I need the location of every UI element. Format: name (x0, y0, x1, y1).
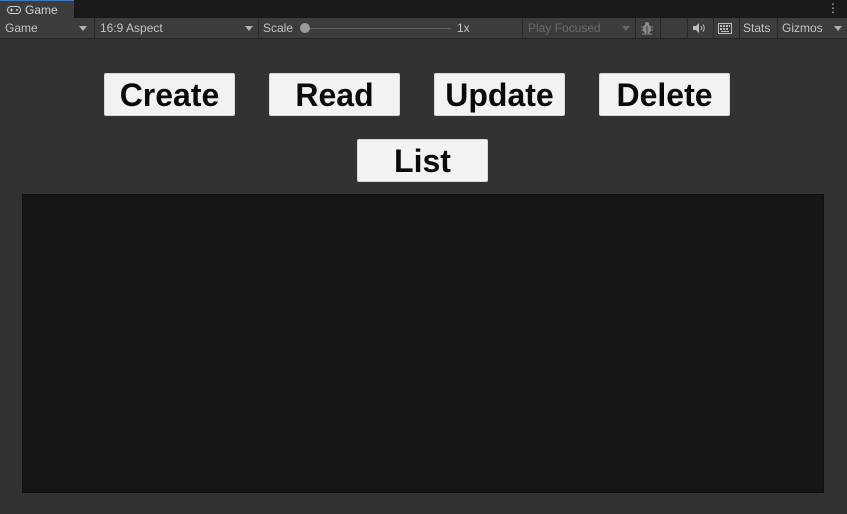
create-button[interactable]: Create (104, 73, 235, 116)
keyboard-shortcuts-icon[interactable] (718, 18, 734, 38)
chevron-down-icon (622, 26, 630, 31)
stats-button[interactable]: Stats (743, 18, 770, 38)
kebab-menu-icon[interactable]: ⋮ (827, 1, 839, 15)
tab-game-label: Game (25, 2, 58, 17)
keyboard-icon (718, 22, 732, 34)
divider (635, 18, 636, 38)
game-view: Create Read Update Delete List (0, 39, 847, 514)
game-view-toolbar: Game 16:9 Aspect Scale 1x Play Focused S… (0, 18, 847, 39)
tab-strip: Game ⋮ (0, 0, 847, 18)
speaker-icon (693, 23, 705, 33)
list-button[interactable]: List (357, 139, 488, 182)
update-button[interactable]: Update (434, 73, 565, 116)
aspect-dropdown-label: 16:9 Aspect (100, 21, 163, 35)
divider (739, 18, 740, 38)
play-mode-dropdown-label: Play Focused (528, 21, 601, 35)
divider (522, 18, 523, 38)
tab-game[interactable]: Game (0, 0, 74, 18)
chevron-down-icon (79, 26, 87, 31)
scale-label: Scale (263, 21, 294, 35)
divider (713, 18, 714, 38)
display-dropdown-label: Game (5, 21, 38, 35)
divider (777, 18, 778, 38)
divider (660, 18, 661, 38)
output-panel (22, 194, 824, 493)
scale-slider-track[interactable] (303, 28, 451, 29)
read-button[interactable]: Read (269, 73, 400, 116)
divider (94, 18, 95, 38)
scale-slider-handle[interactable] (300, 23, 310, 33)
divider (687, 18, 688, 38)
gizmos-dropdown-label: Gizmos (782, 21, 823, 35)
bug-icon-glyph (641, 22, 653, 35)
display-dropdown[interactable]: Game (5, 18, 90, 38)
mute-audio-icon[interactable] (692, 18, 708, 38)
bug-icon[interactable] (640, 18, 656, 38)
divider (258, 18, 259, 38)
scale-value: 1x (457, 21, 470, 35)
aspect-dropdown[interactable]: 16:9 Aspect (100, 18, 255, 38)
delete-button[interactable]: Delete (599, 73, 730, 116)
gamepad-icon (7, 5, 21, 14)
chevron-down-icon (245, 26, 253, 31)
play-mode-dropdown[interactable]: Play Focused (528, 18, 632, 38)
chevron-down-icon[interactable] (834, 26, 842, 31)
